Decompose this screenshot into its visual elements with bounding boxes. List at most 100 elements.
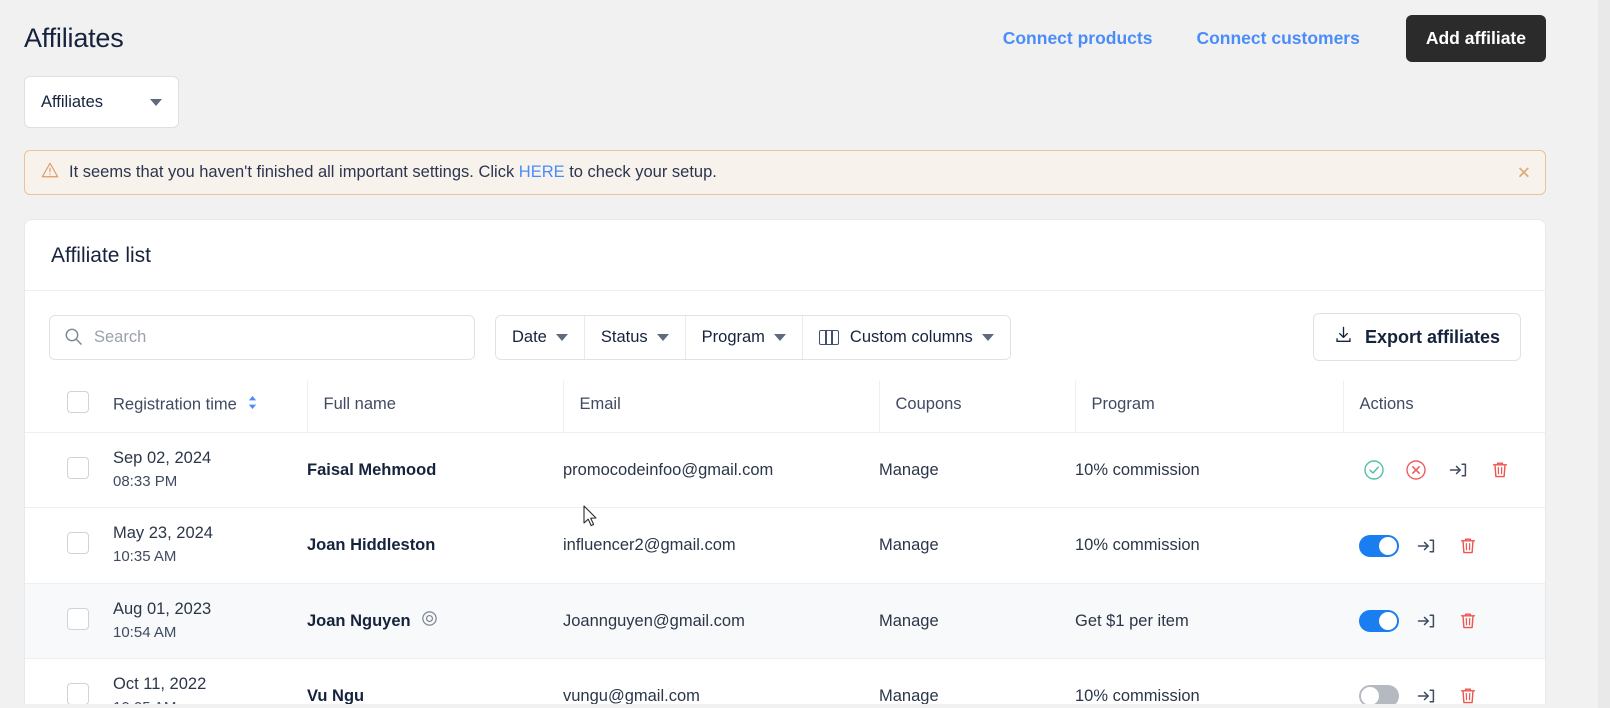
filter-status[interactable]: Status: [584, 315, 686, 359]
login-as-icon[interactable]: [1411, 606, 1441, 636]
view-select-row: Affiliates: [0, 62, 1570, 128]
manage-coupons-link[interactable]: Manage: [879, 461, 939, 479]
search-input[interactable]: [49, 314, 475, 360]
header-coupons-label: Coupons: [895, 395, 962, 413]
affiliate-name: Faisal Mehmood: [307, 460, 437, 479]
registration-date: Aug 01, 2023: [113, 599, 212, 618]
filter-date[interactable]: Date: [496, 315, 585, 359]
row-select-cell: [25, 432, 113, 509]
setup-warning-text-before: It seems that you haven't finished all i…: [69, 163, 519, 181]
login-as-icon[interactable]: [1411, 681, 1441, 704]
table-row[interactable]: Aug 01, 2023 10:54 AM Joan Nguyen Joanng…: [25, 583, 1545, 660]
select-all-checkbox[interactable]: [67, 391, 89, 413]
header-full-name: Full name: [306, 381, 563, 433]
affiliate-email: promocodeinfoo@gmail.com: [563, 460, 774, 479]
delete-icon[interactable]: [1485, 455, 1515, 485]
header-registration-time-label: Registration time: [113, 394, 237, 413]
list-toolbar: Date Status Program Custom columns: [25, 291, 1545, 381]
cell-full-name: Vu Ngu: [307, 658, 563, 704]
header-actions-label: Actions: [1359, 395, 1414, 413]
registration-date: Oct 11, 2022: [113, 675, 207, 694]
table-row[interactable]: May 23, 2024 10:35 AM Joan Hiddleston in…: [25, 507, 1545, 584]
table-row[interactable]: Sep 02, 2024 08:33 PM Faisal Mehmood pro…: [25, 432, 1545, 509]
delete-icon[interactable]: [1453, 681, 1483, 704]
program-name: 10% commission: [1075, 686, 1200, 704]
cell-coupons: Manage: [879, 507, 1075, 584]
filter-custom-columns[interactable]: Custom columns: [802, 315, 1010, 359]
cell-coupons: Manage: [879, 658, 1075, 704]
row-actions: [1343, 681, 1545, 704]
cell-program: 10% commission: [1075, 658, 1343, 704]
row-checkbox[interactable]: [67, 682, 89, 704]
setup-warning-text-after: to check your setup.: [564, 163, 717, 181]
close-icon[interactable]: ✕: [1517, 164, 1531, 181]
affiliate-email: vungu@gmail.com: [563, 686, 700, 704]
row-actions: [1343, 606, 1545, 636]
manage-coupons-link[interactable]: Manage: [879, 687, 939, 704]
login-as-icon[interactable]: [1411, 531, 1441, 561]
setup-warning-text: It seems that you haven't finished all i…: [69, 163, 717, 182]
affiliate-name: Joan Hiddleston: [307, 536, 436, 555]
add-affiliate-button[interactable]: Add affiliate: [1405, 14, 1546, 62]
cell-registration-time: Oct 11, 2022 10:05 AM: [113, 658, 307, 704]
row-actions: [1343, 455, 1545, 485]
cell-email: Joannguyen@gmail.com: [563, 583, 879, 660]
header-actions: Connect products Connect customers Add a…: [981, 14, 1546, 62]
eye-icon[interactable]: [420, 609, 439, 633]
delete-icon[interactable]: [1453, 606, 1483, 636]
header-program-label: Program: [1091, 395, 1155, 413]
affiliate-email: influencer2@gmail.com: [563, 536, 736, 555]
approve-icon[interactable]: [1359, 455, 1389, 485]
affiliate-email: Joannguyen@gmail.com: [563, 611, 745, 630]
delete-icon[interactable]: [1453, 531, 1483, 561]
row-select-cell: [25, 583, 113, 660]
affiliate-name: Vu Ngu: [307, 686, 365, 704]
header-coupons: Coupons: [878, 381, 1075, 433]
registration-time: 08:33 PM: [113, 472, 178, 490]
connect-products-link[interactable]: Connect products: [981, 18, 1175, 59]
setup-warning-here-link[interactable]: HERE: [519, 163, 565, 181]
status-toggle[interactable]: [1359, 685, 1399, 704]
cell-coupons: Manage: [879, 583, 1075, 660]
header-email: Email: [562, 381, 879, 433]
warning-triangle-icon: [41, 161, 59, 184]
table-header-row: Registration time Full name Email Coupon…: [25, 381, 1545, 433]
download-icon: [1334, 325, 1353, 349]
manage-coupons-link[interactable]: Manage: [879, 536, 939, 554]
export-affiliates-button[interactable]: Export affiliates: [1312, 313, 1521, 361]
program-name: 10% commission: [1075, 460, 1200, 479]
connect-customers-link[interactable]: Connect customers: [1174, 18, 1381, 59]
header-registration-time[interactable]: Registration time: [113, 381, 307, 433]
row-select-cell: [25, 507, 113, 584]
table-row[interactable]: Oct 11, 2022 10:05 AM Vu Ngu vungu@gmail…: [25, 658, 1545, 704]
sort-updown-icon[interactable]: [247, 395, 258, 415]
cell-registration-time: Sep 02, 2024 08:33 PM: [113, 432, 307, 509]
chevron-down-icon: [773, 333, 786, 341]
affiliates-view-select[interactable]: Affiliates: [24, 76, 179, 128]
program-name: 10% commission: [1075, 536, 1200, 555]
manage-coupons-link[interactable]: Manage: [879, 612, 939, 630]
cell-registration-time: Aug 01, 2023 10:54 AM: [113, 583, 307, 660]
row-checkbox[interactable]: [67, 456, 89, 479]
row-checkbox[interactable]: [67, 532, 89, 555]
status-toggle[interactable]: [1359, 610, 1399, 633]
affiliate-list-card: Affiliate list Date: [24, 219, 1546, 704]
status-toggle[interactable]: [1359, 534, 1399, 557]
filter-program-label: Program: [701, 327, 765, 346]
setup-warning-banner: It seems that you haven't finished all i…: [24, 150, 1546, 195]
reject-icon[interactable]: [1401, 455, 1431, 485]
cell-coupons: Manage: [879, 432, 1075, 509]
cell-program: 10% commission: [1075, 507, 1343, 584]
login-as-icon[interactable]: [1443, 455, 1473, 485]
row-checkbox[interactable]: [67, 607, 89, 630]
chevron-down-icon: [555, 333, 568, 341]
cell-program: Get $1 per item: [1075, 583, 1343, 660]
chevron-down-icon: [150, 98, 162, 106]
registration-time: 10:05 AM: [113, 697, 307, 704]
select-all-header: [25, 381, 113, 433]
page-scrollbar-gutter[interactable]: [1598, 0, 1610, 708]
registration-date: Sep 02, 2024: [113, 449, 212, 467]
filter-program[interactable]: Program: [685, 315, 803, 359]
registration-time: 10:35 AM: [113, 548, 177, 566]
row-actions: [1343, 531, 1545, 561]
